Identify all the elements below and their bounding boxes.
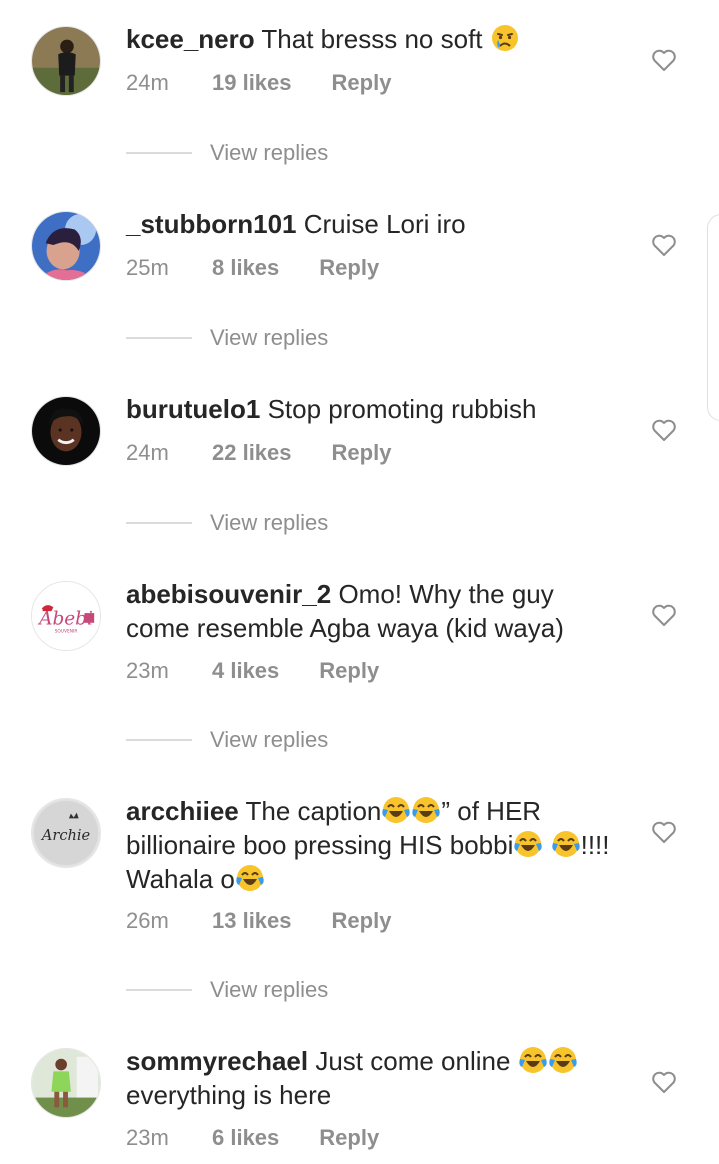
comment-time: 24m <box>126 70 169 95</box>
reply-button[interactable]: Reply <box>332 908 392 934</box>
comment-username[interactable]: kcee_nero <box>126 24 255 54</box>
laughing-emoji-icon <box>551 829 581 859</box>
avatar[interactable] <box>31 1048 101 1118</box>
comment-meta: 25m 8 likes Reply <box>126 255 379 281</box>
reply-button[interactable]: Reply <box>319 658 379 684</box>
svg-text:SOUVENIR: SOUVENIR <box>55 629 78 635</box>
avatar[interactable]: Archie <box>31 798 101 868</box>
comment-body: Stop promoting rubbish <box>267 394 537 424</box>
view-replies-row[interactable]: View replies <box>126 325 328 351</box>
comment-likes[interactable]: 19 likes <box>212 70 292 96</box>
comment-body-part: everything is here <box>126 1080 332 1110</box>
view-replies-row[interactable]: View replies <box>126 510 328 536</box>
comment-time: 23m <box>126 658 169 683</box>
comment-text: sommyrechael Just come online everything… <box>126 1044 616 1112</box>
heart-icon[interactable] <box>651 1070 677 1094</box>
crying-face-emoji-icon <box>490 23 520 53</box>
comment-meta: 24m 19 likes Reply <box>126 70 391 96</box>
comment-text: _stubborn101 Cruise Lori iro <box>126 207 616 241</box>
comment-username[interactable]: arcchiiee <box>126 796 239 826</box>
divider-line <box>126 989 192 991</box>
reply-button[interactable]: Reply <box>319 1125 379 1151</box>
comment-username[interactable]: sommyrechael <box>126 1046 308 1076</box>
comment-time: 25m <box>126 255 169 280</box>
divider-line <box>126 739 192 741</box>
comment-meta: 24m 22 likes Reply <box>126 440 391 466</box>
comment-username[interactable]: _stubborn101 <box>126 209 297 239</box>
laughing-emoji-icon <box>548 1045 578 1075</box>
svg-text:Archie: Archie <box>40 827 90 844</box>
comment-time: 26m <box>126 908 169 933</box>
comment-text: kcee_nero That bresss no soft <box>126 22 616 56</box>
reply-button[interactable]: Reply <box>319 255 379 281</box>
avatar[interactable] <box>31 396 101 466</box>
reply-button[interactable]: Reply <box>332 70 392 96</box>
view-replies-button[interactable]: View replies <box>210 325 328 351</box>
laughing-emoji-icon <box>513 829 543 859</box>
comment-likes[interactable]: 22 likes <box>212 440 292 466</box>
view-replies-row[interactable]: View replies <box>126 140 328 166</box>
comment-meta: 23m 4 likes Reply <box>126 658 379 684</box>
comment-likes[interactable]: 4 likes <box>212 658 279 684</box>
heart-icon[interactable] <box>651 603 677 627</box>
avatar[interactable]: Abebi SOUVENIR <box>31 581 101 651</box>
comment-time: 24m <box>126 440 169 465</box>
comment-meta: 23m 6 likes Reply <box>126 1125 379 1151</box>
comment-text: arcchiiee The caption” of HER billionair… <box>126 794 616 896</box>
heart-icon[interactable] <box>651 48 677 72</box>
view-replies-row[interactable]: View replies <box>126 727 328 753</box>
view-replies-button[interactable]: View replies <box>210 510 328 536</box>
view-replies-button[interactable]: View replies <box>210 140 328 166</box>
heart-icon[interactable] <box>651 233 677 257</box>
comment-body-part: The caption <box>245 796 382 826</box>
comment-likes[interactable]: 8 likes <box>212 255 279 281</box>
view-replies-button[interactable]: View replies <box>210 727 328 753</box>
comment-body: That bresss no soft <box>261 24 483 54</box>
comment-username[interactable]: abebisouvenir_2 <box>126 579 331 609</box>
avatar[interactable] <box>31 211 101 281</box>
divider-line <box>126 152 192 154</box>
comment-meta: 26m 13 likes Reply <box>126 908 391 934</box>
comment-time: 23m <box>126 1125 169 1150</box>
comment-body-part: Just come online <box>315 1046 518 1076</box>
laughing-emoji-icon <box>235 863 265 893</box>
side-panel-edge <box>707 214 719 421</box>
comment-likes[interactable]: 6 likes <box>212 1125 279 1151</box>
comment-text: burutuelo1 Stop promoting rubbish <box>126 392 616 426</box>
heart-icon[interactable] <box>651 418 677 442</box>
laughing-emoji-icon <box>518 1045 548 1075</box>
comment-body: Cruise Lori iro <box>303 209 466 239</box>
laughing-emoji-icon <box>381 795 411 825</box>
view-replies-row[interactable]: View replies <box>126 977 328 1003</box>
heart-icon[interactable] <box>651 820 677 844</box>
laughing-emoji-icon <box>411 795 441 825</box>
divider-line <box>126 522 192 524</box>
reply-button[interactable]: Reply <box>332 440 392 466</box>
avatar[interactable] <box>31 26 101 96</box>
divider-line <box>126 337 192 339</box>
view-replies-button[interactable]: View replies <box>210 977 328 1003</box>
comment-likes[interactable]: 13 likes <box>212 908 292 934</box>
comment-username[interactable]: burutuelo1 <box>126 394 260 424</box>
comment-text: abebisouvenir_2 Omo! Why the guy come re… <box>126 577 616 645</box>
